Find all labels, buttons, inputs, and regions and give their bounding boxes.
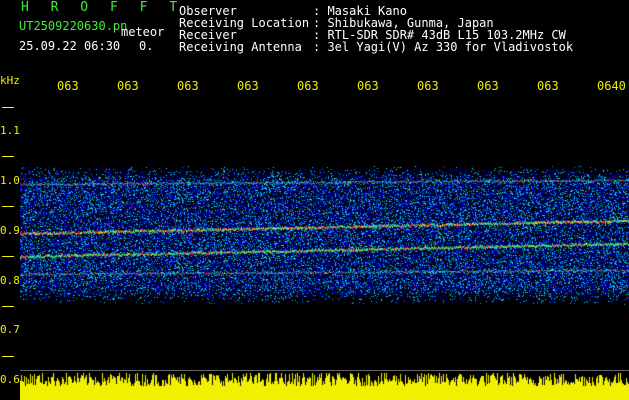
info-value: : 3el Yagi(V) Az 330 for Vladivostok xyxy=(313,40,574,54)
noise-baseline xyxy=(20,370,629,371)
file-name: UT2509220630.pn xyxy=(19,19,128,33)
x-tick: 063 xyxy=(417,79,439,93)
spectrogram-canvas xyxy=(20,100,629,400)
y-tick: 0.8 xyxy=(0,274,20,287)
y-gridline xyxy=(2,156,14,157)
info-key: Receiving Antenna xyxy=(179,40,302,54)
datetime-label: 25.09.22 06:30 xyxy=(19,39,121,53)
y-tick: 0.7 xyxy=(0,323,20,336)
x-tick: 063 xyxy=(537,79,559,93)
x-tick: 063 xyxy=(177,79,199,93)
y-tick: 0.9 xyxy=(0,224,20,237)
y-tick: 0.6 xyxy=(0,373,20,386)
x-tick: 0640 xyxy=(597,79,626,93)
y-gridline xyxy=(2,306,14,307)
y-gridline xyxy=(2,356,14,357)
meteor-count: 0. xyxy=(139,39,154,53)
meteor-label: meteor xyxy=(121,25,165,39)
app-brand: H R O F F T xyxy=(21,0,185,15)
x-tick: 063 xyxy=(237,79,259,93)
y-gridline xyxy=(2,256,14,257)
y-unit-label: kHz xyxy=(0,74,20,87)
x-tick: 063 xyxy=(117,79,139,93)
y-tick: 1.1 xyxy=(0,124,20,137)
y-tick: 1.0 xyxy=(0,174,20,187)
x-tick: 063 xyxy=(477,79,499,93)
x-tick: 063 xyxy=(297,79,319,93)
y-gridline xyxy=(2,206,14,207)
y-gridline xyxy=(2,107,14,108)
info-row-antenna: Receiving Antenna : 3el Yagi(V) Az 330 fo… xyxy=(179,41,573,53)
x-tick: 063 xyxy=(357,79,379,93)
x-tick: 063 xyxy=(57,79,79,93)
